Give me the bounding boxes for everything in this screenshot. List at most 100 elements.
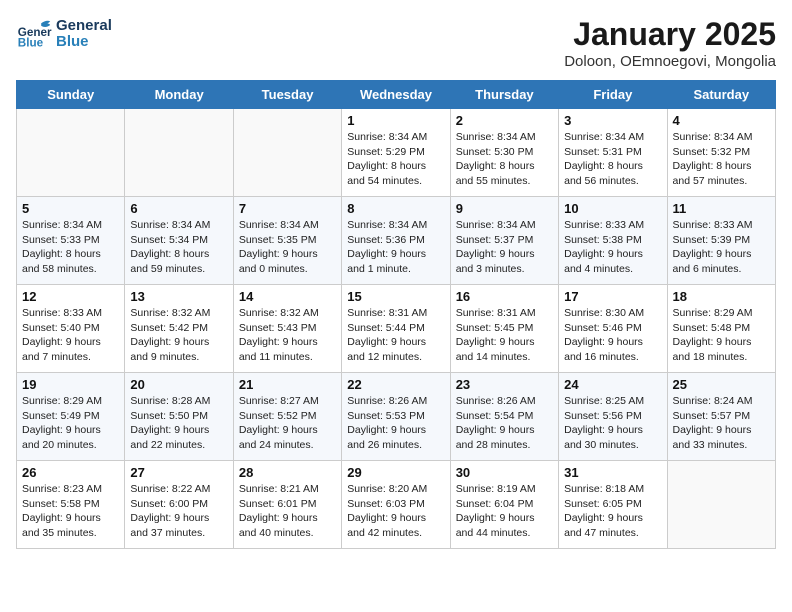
day-number: 29: [347, 465, 444, 480]
day-info: Sunrise: 8:29 AM Sunset: 5:49 PM Dayligh…: [22, 394, 119, 453]
day-header-saturday: Saturday: [667, 81, 775, 109]
day-number: 1: [347, 113, 444, 128]
day-info: Sunrise: 8:26 AM Sunset: 5:53 PM Dayligh…: [347, 394, 444, 453]
calendar-week-3: 12 Sunrise: 8:33 AM Sunset: 5:40 PM Dayli…: [17, 285, 776, 373]
day-number: 17: [564, 289, 661, 304]
calendar-cell: 16 Sunrise: 8:31 AM Sunset: 5:45 PM Dayli…: [450, 285, 558, 373]
day-number: 18: [673, 289, 770, 304]
calendar-week-1: 1 Sunrise: 8:34 AM Sunset: 5:29 PM Daylig…: [17, 109, 776, 197]
calendar-cell: 26 Sunrise: 8:23 AM Sunset: 5:58 PM Dayli…: [17, 461, 125, 549]
day-info: Sunrise: 8:24 AM Sunset: 5:57 PM Dayligh…: [673, 394, 770, 453]
day-number: 26: [22, 465, 119, 480]
day-info: Sunrise: 8:34 AM Sunset: 5:36 PM Dayligh…: [347, 218, 444, 277]
day-number: 21: [239, 377, 336, 392]
calendar-cell: 9 Sunrise: 8:34 AM Sunset: 5:37 PM Daylig…: [450, 197, 558, 285]
title-block: January 2025 Doloon, OEmnoegovi, Mongoli…: [564, 16, 776, 70]
calendar-cell: 27Sunrise: 8:22 AM Sunset: 6:00 PM Dayli…: [125, 461, 233, 549]
logo: General Blue General Blue: [16, 16, 112, 52]
day-info: Sunrise: 8:33 AM Sunset: 5:40 PM Dayligh…: [22, 306, 119, 365]
calendar-cell: 21Sunrise: 8:27 AM Sunset: 5:52 PM Dayli…: [233, 373, 341, 461]
page-header: General Blue General Blue January 2025 D…: [16, 16, 776, 70]
calendar-week-5: 26 Sunrise: 8:23 AM Sunset: 5:58 PM Dayli…: [17, 461, 776, 549]
calendar-cell: 22Sunrise: 8:26 AM Sunset: 5:53 PM Dayli…: [342, 373, 450, 461]
day-info: Sunrise: 8:34 AM Sunset: 5:35 PM Dayligh…: [239, 218, 336, 277]
calendar-cell: [17, 109, 125, 197]
day-number: 16: [456, 289, 553, 304]
day-number: 25: [673, 377, 770, 392]
calendar-cell: 17 Sunrise: 8:30 AM Sunset: 5:46 PM Dayli…: [559, 285, 667, 373]
day-info: Sunrise: 8:23 AM Sunset: 5:58 PM Dayligh…: [22, 482, 119, 541]
calendar-cell: 23Sunrise: 8:26 AM Sunset: 5:54 PM Dayli…: [450, 373, 558, 461]
day-info: Sunrise: 8:34 AM Sunset: 5:29 PM Dayligh…: [347, 130, 444, 189]
calendar-cell: 4Sunrise: 8:34 AM Sunset: 5:32 PM Daylig…: [667, 109, 775, 197]
location-subtitle: Doloon, OEmnoegovi, Mongolia: [564, 53, 776, 70]
day-number: 13: [130, 289, 227, 304]
calendar-cell: 28Sunrise: 8:21 AM Sunset: 6:01 PM Dayli…: [233, 461, 341, 549]
day-info: Sunrise: 8:29 AM Sunset: 5:48 PM Dayligh…: [673, 306, 770, 365]
calendar-cell: 1 Sunrise: 8:34 AM Sunset: 5:29 PM Daylig…: [342, 109, 450, 197]
calendar-cell: 20 Sunrise: 8:28 AM Sunset: 5:50 PM Dayli…: [125, 373, 233, 461]
day-header-friday: Friday: [559, 81, 667, 109]
day-number: 14: [239, 289, 336, 304]
day-number: 19: [22, 377, 119, 392]
calendar-week-2: 5 Sunrise: 8:34 AM Sunset: 5:33 PM Daylig…: [17, 197, 776, 285]
calendar-cell: 14 Sunrise: 8:32 AM Sunset: 5:43 PM Dayli…: [233, 285, 341, 373]
day-info: Sunrise: 8:18 AM Sunset: 6:05 PM Dayligh…: [564, 482, 661, 541]
calendar-cell: 30Sunrise: 8:19 AM Sunset: 6:04 PM Dayli…: [450, 461, 558, 549]
calendar-cell: 8 Sunrise: 8:34 AM Sunset: 5:36 PM Daylig…: [342, 197, 450, 285]
day-number: 12: [22, 289, 119, 304]
day-info: Sunrise: 8:34 AM Sunset: 5:34 PM Dayligh…: [130, 218, 227, 277]
calendar-header-row: SundayMondayTuesdayWednesdayThursdayFrid…: [17, 81, 776, 109]
day-info: Sunrise: 8:28 AM Sunset: 5:50 PM Dayligh…: [130, 394, 227, 453]
day-number: 2: [456, 113, 553, 128]
calendar-cell: 31 Sunrise: 8:18 AM Sunset: 6:05 PM Dayli…: [559, 461, 667, 549]
day-number: 15: [347, 289, 444, 304]
calendar-cell: [233, 109, 341, 197]
calendar-cell: 2 Sunrise: 8:34 AM Sunset: 5:30 PM Daylig…: [450, 109, 558, 197]
day-number: 5: [22, 201, 119, 216]
day-info: Sunrise: 8:22 AM Sunset: 6:00 PM Dayligh…: [130, 482, 227, 541]
calendar-cell: 5 Sunrise: 8:34 AM Sunset: 5:33 PM Daylig…: [17, 197, 125, 285]
day-info: Sunrise: 8:26 AM Sunset: 5:54 PM Dayligh…: [456, 394, 553, 453]
day-number: 20: [130, 377, 227, 392]
day-header-thursday: Thursday: [450, 81, 558, 109]
month-title: January 2025: [564, 16, 776, 53]
day-header-monday: Monday: [125, 81, 233, 109]
calendar-cell: 29 Sunrise: 8:20 AM Sunset: 6:03 PM Dayli…: [342, 461, 450, 549]
day-info: Sunrise: 8:30 AM Sunset: 5:46 PM Dayligh…: [564, 306, 661, 365]
logo-icon: General Blue: [16, 16, 52, 52]
day-info: Sunrise: 8:31 AM Sunset: 5:45 PM Dayligh…: [456, 306, 553, 365]
day-info: Sunrise: 8:21 AM Sunset: 6:01 PM Dayligh…: [239, 482, 336, 541]
day-info: Sunrise: 8:34 AM Sunset: 5:33 PM Dayligh…: [22, 218, 119, 277]
day-number: 4: [673, 113, 770, 128]
day-header-tuesday: Tuesday: [233, 81, 341, 109]
calendar-cell: 12 Sunrise: 8:33 AM Sunset: 5:40 PM Dayli…: [17, 285, 125, 373]
day-info: Sunrise: 8:34 AM Sunset: 5:30 PM Dayligh…: [456, 130, 553, 189]
day-number: 9: [456, 201, 553, 216]
day-info: Sunrise: 8:34 AM Sunset: 5:31 PM Dayligh…: [564, 130, 661, 189]
day-info: Sunrise: 8:31 AM Sunset: 5:44 PM Dayligh…: [347, 306, 444, 365]
day-header-sunday: Sunday: [17, 81, 125, 109]
calendar-cell: 10Sunrise: 8:33 AM Sunset: 5:38 PM Dayli…: [559, 197, 667, 285]
day-number: 30: [456, 465, 553, 480]
calendar-cell: 18 Sunrise: 8:29 AM Sunset: 5:48 PM Dayli…: [667, 285, 775, 373]
calendar-cell: 6Sunrise: 8:34 AM Sunset: 5:34 PM Daylig…: [125, 197, 233, 285]
day-number: 31: [564, 465, 661, 480]
day-info: Sunrise: 8:32 AM Sunset: 5:43 PM Dayligh…: [239, 306, 336, 365]
day-number: 3: [564, 113, 661, 128]
day-info: Sunrise: 8:33 AM Sunset: 5:38 PM Dayligh…: [564, 218, 661, 277]
calendar-cell: [125, 109, 233, 197]
day-number: 7: [239, 201, 336, 216]
day-info: Sunrise: 8:20 AM Sunset: 6:03 PM Dayligh…: [347, 482, 444, 541]
calendar-cell: 3 Sunrise: 8:34 AM Sunset: 5:31 PM Daylig…: [559, 109, 667, 197]
calendar-cell: 13Sunrise: 8:32 AM Sunset: 5:42 PM Dayli…: [125, 285, 233, 373]
day-number: 8: [347, 201, 444, 216]
day-info: Sunrise: 8:25 AM Sunset: 5:56 PM Dayligh…: [564, 394, 661, 453]
day-info: Sunrise: 8:34 AM Sunset: 5:37 PM Dayligh…: [456, 218, 553, 277]
calendar-cell: 25 Sunrise: 8:24 AM Sunset: 5:57 PM Dayli…: [667, 373, 775, 461]
day-number: 24: [564, 377, 661, 392]
calendar-week-4: 19 Sunrise: 8:29 AM Sunset: 5:49 PM Dayli…: [17, 373, 776, 461]
calendar-cell: [667, 461, 775, 549]
calendar-cell: 24 Sunrise: 8:25 AM Sunset: 5:56 PM Dayli…: [559, 373, 667, 461]
calendar-table: SundayMondayTuesdayWednesdayThursdayFrid…: [16, 80, 776, 549]
